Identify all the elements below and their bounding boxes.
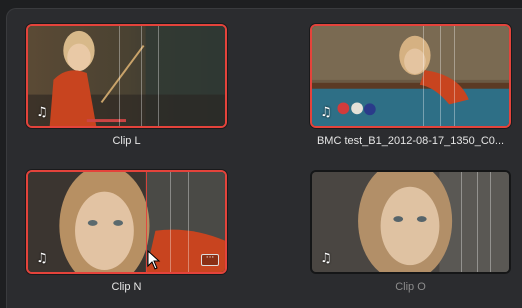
skim-line: [440, 26, 441, 126]
media-pool-panel: ♫ Clip L ♫ BMC test_B1_2012-08-17_1350_C…: [6, 8, 522, 308]
audio-icon: ♫: [36, 251, 48, 266]
skim-line: [454, 26, 455, 126]
clip-name: Clip N: [111, 281, 142, 293]
clip-thumbnail[interactable]: ♫ ···: [26, 170, 227, 274]
clip-tile-bmc[interactable]: ♫ BMC test_B1_2012-08-17_1350_C0...: [310, 24, 511, 147]
clip-thumbnail[interactable]: ♫: [310, 24, 511, 128]
mouse-pointer-icon: [147, 250, 161, 270]
skim-line: [188, 172, 189, 272]
skim-line: [141, 26, 142, 126]
clip-thumbnail[interactable]: ♫: [26, 24, 227, 128]
clip-name: Clip O: [395, 281, 426, 293]
skim-line: [490, 172, 491, 272]
clip-name: BMC test_B1_2012-08-17_1350_C0...: [316, 135, 505, 147]
more-options-icon[interactable]: ···: [201, 254, 219, 266]
clip-l-image: [28, 26, 225, 126]
skim-line: [119, 26, 120, 126]
clip-n-image: [28, 172, 225, 272]
audio-icon: ♫: [320, 105, 332, 120]
clip-thumbnail[interactable]: ♫: [310, 170, 511, 274]
skim-line: [158, 26, 159, 126]
clip-tile-l[interactable]: ♫ Clip L: [26, 24, 227, 147]
clip-o-image: [312, 172, 509, 272]
clip-tile-n[interactable]: ♫ ··· Clip N: [26, 170, 227, 293]
clip-name: Clip L: [112, 135, 141, 147]
skim-line: [423, 26, 424, 126]
clip-tile-o[interactable]: ♫ Clip O: [310, 170, 511, 293]
skim-line: [170, 172, 171, 272]
audio-icon: ♫: [320, 251, 332, 266]
clip-bmc-image: [312, 26, 509, 126]
audio-icon: ♫: [36, 105, 48, 120]
skim-line: [477, 172, 478, 272]
skim-line: [461, 172, 462, 272]
